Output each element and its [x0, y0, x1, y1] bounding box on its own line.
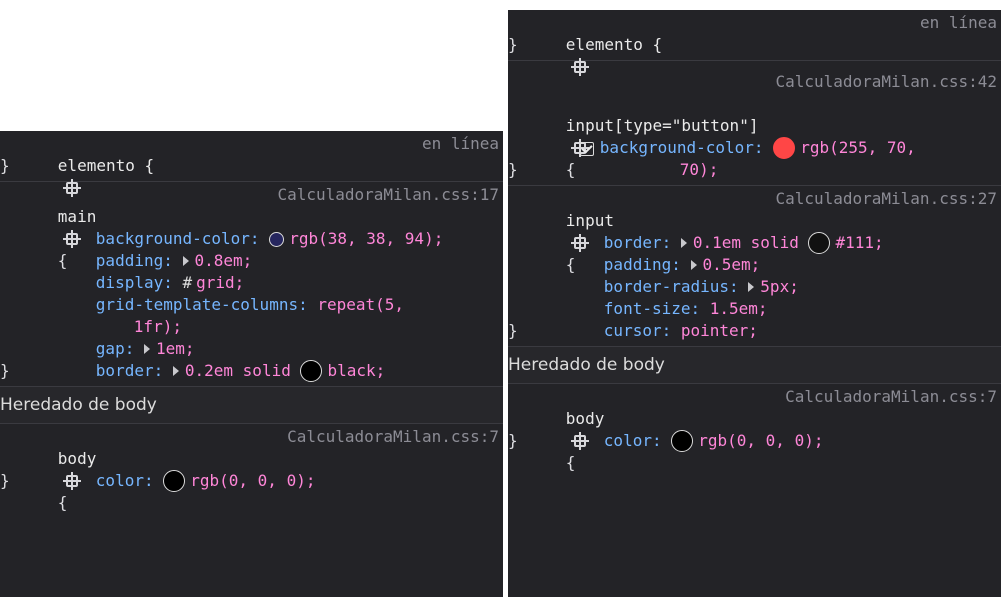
- declaration-border[interactable]: border: 0.2em solid black;: [0, 338, 503, 382]
- declaration-background-color[interactable]: background-color: rgb(255, 70,: [508, 115, 1001, 159]
- element-rule: elemento { en línea }: [508, 10, 1001, 76]
- declaration-font-size[interactable]: font-size: 1.5em;: [508, 276, 1001, 318]
- declaration-display[interactable]: display: # grid;: [0, 250, 503, 292]
- rule-source-link[interactable]: CalculadoraMilan.css:27: [775, 188, 997, 210]
- close-brace: }: [508, 321, 518, 340]
- close-brace: }: [508, 160, 518, 179]
- rule-source-link[interactable]: CalculadoraMilan.css:17: [277, 184, 499, 206]
- declaration-cursor[interactable]: cursor: pointer;: [508, 298, 1001, 340]
- declaration-continuation: 1fr);: [0, 294, 503, 336]
- rule-source: en línea: [421, 134, 499, 153]
- rules-panel-right: elemento { en línea } CalculadoraMilan.c…: [508, 10, 1001, 597]
- rules-panel-left: elemento { en línea } main { Calculadora…: [0, 131, 503, 597]
- rule-source-link[interactable]: CalculadoraMilan.css:7: [785, 386, 997, 408]
- body-rule: body { CalculadoraMilan.css:7 color: rgb…: [508, 384, 1001, 472]
- close-brace: }: [0, 156, 10, 175]
- rule-source: en línea: [919, 13, 997, 32]
- declaration-continuation: 70);: [508, 137, 1001, 179]
- close-brace: }: [0, 471, 10, 490]
- declaration-gap[interactable]: gap: 1em;: [0, 316, 503, 358]
- main-rule: main { CalculadoraMilan.css:17 backgroun…: [0, 182, 503, 387]
- declaration-grid-template-columns[interactable]: grid-template-columns: repeat(5,: [0, 272, 503, 314]
- declaration-border[interactable]: border: 0.1em solid #111;: [508, 210, 1001, 254]
- body-rule: body { CalculadoraMilan.css:7 color: rgb…: [0, 424, 503, 512]
- declaration-padding[interactable]: padding: 0.5em;: [508, 232, 1001, 274]
- declaration-border-radius[interactable]: border-radius: 5px;: [508, 254, 1001, 296]
- declaration-color[interactable]: color: rgb(0, 0, 0);: [508, 408, 1001, 452]
- close-brace: }: [508, 35, 518, 54]
- input-rule: input { CalculadoraMilan.css:27 border: …: [508, 186, 1001, 347]
- close-brace: }: [508, 431, 518, 450]
- close-brace: }: [0, 361, 10, 380]
- declaration-background-color[interactable]: background-color: rgb(38, 38, 94);: [0, 206, 503, 248]
- declaration-padding[interactable]: padding: 0.8em;: [0, 228, 503, 270]
- declaration-color[interactable]: color: rgb(0, 0, 0);: [0, 448, 503, 492]
- element-rule: elemento { en línea }: [0, 131, 503, 197]
- input-button-rule: CalculadoraMilan.css:42 input[type="butt…: [508, 61, 1001, 186]
- rule-source-link[interactable]: CalculadoraMilan.css:7: [287, 426, 499, 448]
